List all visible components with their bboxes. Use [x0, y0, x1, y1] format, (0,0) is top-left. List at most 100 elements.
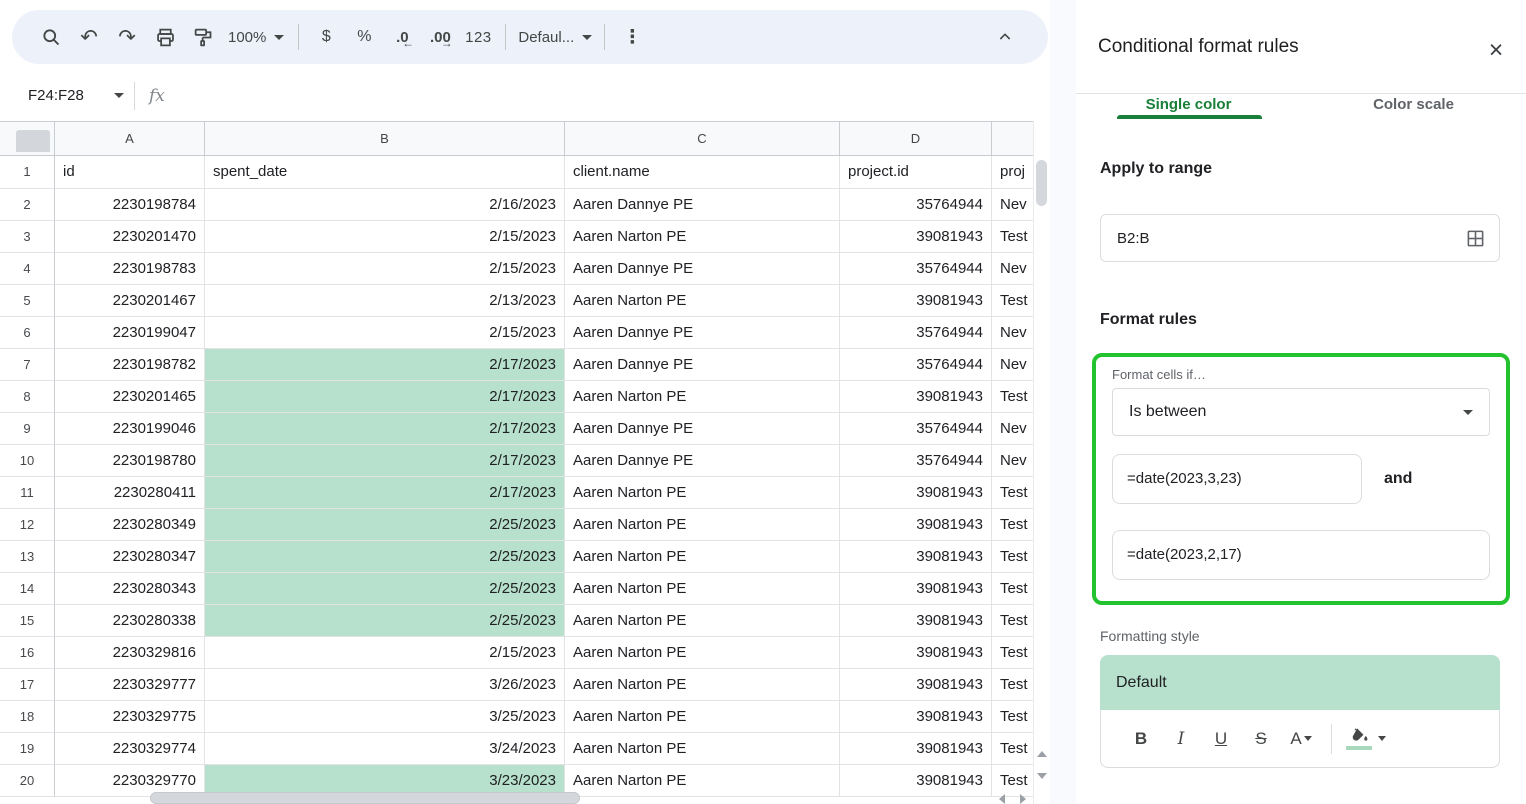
more-options-icon[interactable]: ⋮ — [613, 18, 651, 56]
cell-id[interactable]: 2230198783 — [55, 253, 205, 285]
font-selector[interactable]: Defaul... — [514, 18, 596, 56]
cell-client-name[interactable]: Aaren Narton PE — [565, 221, 840, 253]
cell-spent-date[interactable]: 3/24/2023 — [205, 733, 565, 765]
cell-spent-date[interactable]: spent_date — [205, 156, 565, 189]
cell-id[interactable]: 2230329816 — [55, 637, 205, 669]
row-header[interactable]: 15 — [0, 605, 55, 637]
cell-id[interactable]: 2230198780 — [55, 445, 205, 477]
tab-color-scale[interactable]: Color scale — [1301, 94, 1526, 121]
currency-format-button[interactable]: $ — [307, 18, 345, 56]
cell-project-id[interactable]: 39081943 — [840, 765, 992, 797]
cell-client-name[interactable]: Aaren Narton PE — [565, 285, 840, 317]
row-header[interactable]: 19 — [0, 733, 55, 765]
collapse-toolbar-icon[interactable] — [986, 18, 1024, 56]
cell-spent-date[interactable]: 2/25/2023 — [205, 605, 565, 637]
cell-id[interactable]: 2230199046 — [55, 413, 205, 445]
scroll-right-icon[interactable] — [1016, 794, 1030, 804]
cell-id[interactable]: 2230329775 — [55, 701, 205, 733]
cell-spent-date[interactable]: 2/25/2023 — [205, 573, 565, 605]
cell-spent-date[interactable]: 2/25/2023 — [205, 541, 565, 573]
cell-project-id[interactable]: 39081943 — [840, 637, 992, 669]
cell-project-id[interactable]: 39081943 — [840, 701, 992, 733]
cell-spent-date[interactable]: 2/13/2023 — [205, 285, 565, 317]
cell-client-name[interactable]: Aaren Narton PE — [565, 637, 840, 669]
search-icon[interactable] — [32, 18, 70, 56]
column-header-c[interactable]: C — [565, 121, 840, 156]
column-header-a[interactable]: A — [55, 121, 205, 156]
cell-client-name[interactable]: Aaren Dannye PE — [565, 349, 840, 381]
cell-id[interactable]: 2230329777 — [55, 669, 205, 701]
cell-project-id[interactable]: 39081943 — [840, 541, 992, 573]
row-header[interactable]: 7 — [0, 349, 55, 381]
decrease-decimal-button[interactable]: .0← — [383, 18, 421, 56]
close-icon[interactable]: × — [1480, 34, 1512, 66]
column-header-d[interactable]: D — [840, 121, 992, 156]
zoom-control[interactable]: 100% — [222, 18, 290, 56]
cell-id[interactable]: 2230201470 — [55, 221, 205, 253]
row-header[interactable]: 5 — [0, 285, 55, 317]
scroll-left-icon[interactable] — [995, 794, 1009, 804]
cell-project-id[interactable]: 35764944 — [840, 413, 992, 445]
cell-spent-date[interactable]: 2/15/2023 — [205, 637, 565, 669]
cell-id[interactable]: 2230198782 — [55, 349, 205, 381]
cell-project-id[interactable]: 39081943 — [840, 477, 992, 509]
cell-project-id[interactable]: 35764944 — [840, 349, 992, 381]
column-header-b[interactable]: B — [205, 121, 565, 156]
cell-project-id[interactable]: 39081943 — [840, 381, 992, 413]
cell-spent-date[interactable]: 3/25/2023 — [205, 701, 565, 733]
cell-spent-date[interactable]: 2/15/2023 — [205, 317, 565, 349]
cell-spent-date[interactable]: 2/17/2023 — [205, 445, 565, 477]
cell-project-id[interactable]: 35764944 — [840, 317, 992, 349]
cell-id[interactable]: 2230329774 — [55, 733, 205, 765]
cell-client-name[interactable]: Aaren Narton PE — [565, 765, 840, 797]
select-range-icon[interactable] — [1466, 229, 1485, 248]
cell-id[interactable]: 2230280349 — [55, 509, 205, 541]
row-header[interactable]: 16 — [0, 637, 55, 669]
cell-project-id[interactable]: 39081943 — [840, 221, 992, 253]
redo-icon[interactable]: ↷ — [108, 18, 146, 56]
cell-spent-date[interactable]: 2/16/2023 — [205, 189, 565, 221]
cell-client-name[interactable]: Aaren Narton PE — [565, 477, 840, 509]
row-header[interactable]: 4 — [0, 253, 55, 285]
cell-id[interactable]: 2230201465 — [55, 381, 205, 413]
cell-client-name[interactable]: Aaren Narton PE — [565, 541, 840, 573]
cell-spent-date[interactable]: 2/17/2023 — [205, 477, 565, 509]
cell-spent-date[interactable]: 2/17/2023 — [205, 413, 565, 445]
cell-client-name[interactable]: Aaren Narton PE — [565, 605, 840, 637]
vertical-scrollbar-track[interactable] — [1033, 121, 1050, 804]
strikethrough-button[interactable]: S — [1241, 720, 1281, 758]
row-header[interactable]: 11 — [0, 477, 55, 509]
row-header[interactable]: 3 — [0, 221, 55, 253]
row-header[interactable]: 14 — [0, 573, 55, 605]
range-input[interactable]: B2:B — [1100, 214, 1500, 262]
italic-button[interactable]: I — [1161, 720, 1201, 758]
cell-project-id[interactable]: 39081943 — [840, 669, 992, 701]
min-value-input[interactable]: =date(2023,3,23) — [1112, 454, 1362, 504]
cell-project-id[interactable]: 39081943 — [840, 509, 992, 541]
row-header[interactable]: 13 — [0, 541, 55, 573]
style-preview[interactable]: Default — [1100, 655, 1500, 710]
cell-id[interactable]: 2230198784 — [55, 189, 205, 221]
cell-spent-date[interactable]: 2/17/2023 — [205, 381, 565, 413]
row-header[interactable]: 2 — [0, 189, 55, 221]
row-header[interactable]: 1 — [0, 156, 55, 189]
print-icon[interactable] — [146, 18, 184, 56]
cell-id[interactable]: 2230201467 — [55, 285, 205, 317]
scroll-up-icon[interactable] — [1035, 748, 1048, 761]
cell-client-name[interactable]: Aaren Narton PE — [565, 573, 840, 605]
increase-decimal-button[interactable]: .00→ — [421, 18, 459, 56]
cell-id[interactable]: id — [55, 156, 205, 189]
vertical-scrollbar-thumb[interactable] — [1036, 160, 1047, 206]
cell-client-name[interactable]: Aaren Dannye PE — [565, 253, 840, 285]
cell-spent-date[interactable]: 2/25/2023 — [205, 509, 565, 541]
cell-id[interactable]: 2230280343 — [55, 573, 205, 605]
row-header[interactable]: 8 — [0, 381, 55, 413]
paint-format-icon[interactable] — [184, 18, 222, 56]
cell-client-name[interactable]: Aaren Narton PE — [565, 733, 840, 765]
cell-project-id[interactable]: 39081943 — [840, 605, 992, 637]
cell-client-name[interactable]: Aaren Narton PE — [565, 381, 840, 413]
cell-id[interactable]: 2230280411 — [55, 477, 205, 509]
cell-id[interactable]: 2230199047 — [55, 317, 205, 349]
cell-project-id[interactable]: 39081943 — [840, 733, 992, 765]
row-header[interactable]: 10 — [0, 445, 55, 477]
